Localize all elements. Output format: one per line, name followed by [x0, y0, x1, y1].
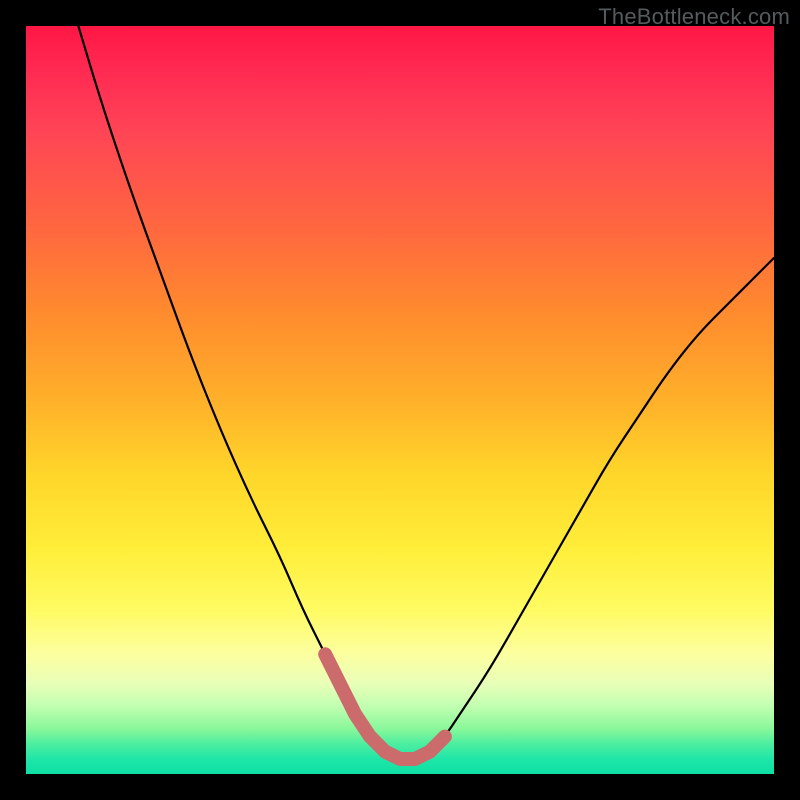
curve-line — [78, 26, 774, 759]
chart-frame: TheBottleneck.com — [0, 0, 800, 800]
highlight-segment — [325, 654, 445, 759]
watermark-text: TheBottleneck.com — [598, 4, 790, 30]
plot-overlay — [26, 26, 774, 774]
